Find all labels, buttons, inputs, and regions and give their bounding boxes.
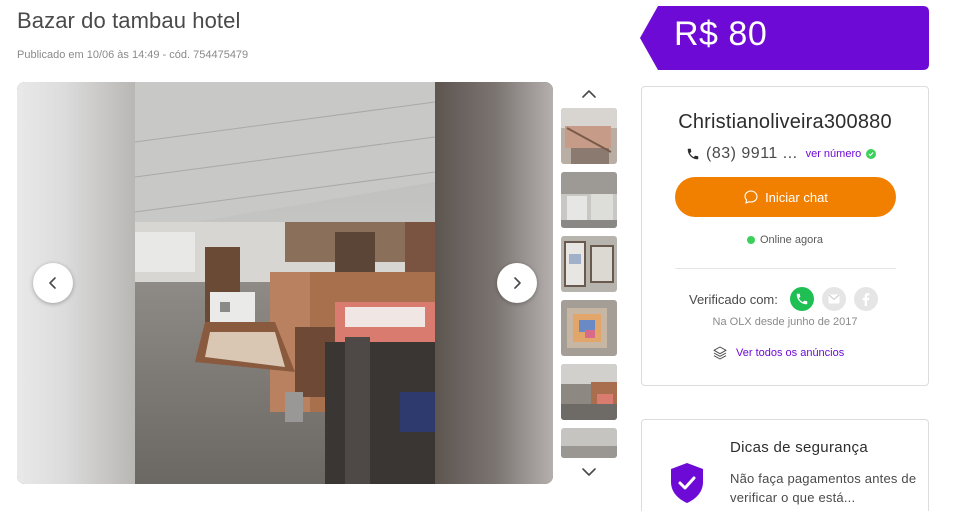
chevron-down-icon — [582, 468, 596, 476]
phone-number: (83) 9911 ... — [706, 145, 798, 162]
layers-icon — [713, 346, 727, 360]
thumbnail-3-image — [561, 236, 617, 292]
main-photo[interactable] — [135, 82, 435, 484]
shield-check-icon — [671, 463, 703, 503]
thumbnail-2-image — [561, 172, 617, 228]
thumbs-down-button[interactable] — [573, 462, 605, 482]
chat-bubble-icon — [744, 190, 758, 204]
thumbnail-6-image — [561, 428, 617, 458]
safety-title: Dicas de segurança — [730, 439, 868, 456]
chevron-right-icon — [514, 277, 521, 289]
price: R$ 80 — [674, 15, 768, 53]
chevron-up-icon — [582, 90, 596, 98]
online-dot — [747, 236, 755, 244]
chevron-left-icon — [49, 277, 56, 289]
online-status-text: Online agora — [760, 234, 823, 246]
main-gallery[interactable] — [17, 82, 553, 484]
seller-name: Christianoliveira300880 — [678, 111, 892, 133]
facebook-icon — [853, 287, 878, 311]
start-chat-button[interactable]: Iniciar chat — [675, 177, 896, 217]
thumbnail-1-image — [561, 108, 617, 164]
thumbnail-1[interactable] — [561, 108, 617, 164]
gallery-prev-button[interactable] — [33, 263, 73, 303]
phone-icon — [687, 148, 699, 160]
thumbnail-2[interactable] — [561, 172, 617, 228]
thumbnail-4[interactable] — [561, 300, 617, 356]
all-ads-label: Ver todos os anúncios — [736, 347, 845, 359]
member-since: Na OLX desde junho de 2017 — [712, 316, 858, 328]
thumbnail-5-image — [561, 364, 617, 420]
thumbnail-4-image — [561, 300, 617, 356]
thumbnail-5[interactable] — [561, 364, 617, 420]
online-status: Online agora — [642, 234, 928, 246]
thumbnail-3[interactable] — [561, 236, 617, 292]
whatsapp-icon — [789, 287, 814, 311]
seller-card: Christianoliveira300880 (83) 9911 ... ve… — [641, 86, 929, 386]
verified-label: Verificado com: — [689, 291, 778, 307]
see-number-link[interactable]: ver número — [806, 148, 862, 160]
main-photo-image — [135, 82, 435, 484]
thumbs-up-button[interactable] — [573, 84, 605, 104]
listing-title: Bazar do tambau hotel — [17, 8, 241, 33]
safety-card: Dicas de segurança Não faça pagamentos a… — [641, 419, 929, 511]
divider — [675, 268, 896, 269]
check-icon — [866, 149, 877, 159]
thumbnail-6[interactable] — [561, 428, 617, 458]
thumbnail-strip — [560, 82, 618, 484]
verified-row: Verificado com: — [689, 287, 878, 311]
safety-text: Não faça pagamentos antes de verificar o… — [730, 471, 917, 505]
start-chat-label: Iniciar chat — [765, 189, 828, 205]
email-icon — [821, 287, 846, 311]
listing-meta: Publicado em 10/06 às 14:49 - cód. 75447… — [17, 49, 249, 61]
all-ads-link[interactable]: Ver todos os anúncios — [712, 345, 844, 361]
gallery-next-button[interactable] — [497, 263, 537, 303]
phone-row: (83) 9911 ... ver número — [686, 145, 877, 163]
